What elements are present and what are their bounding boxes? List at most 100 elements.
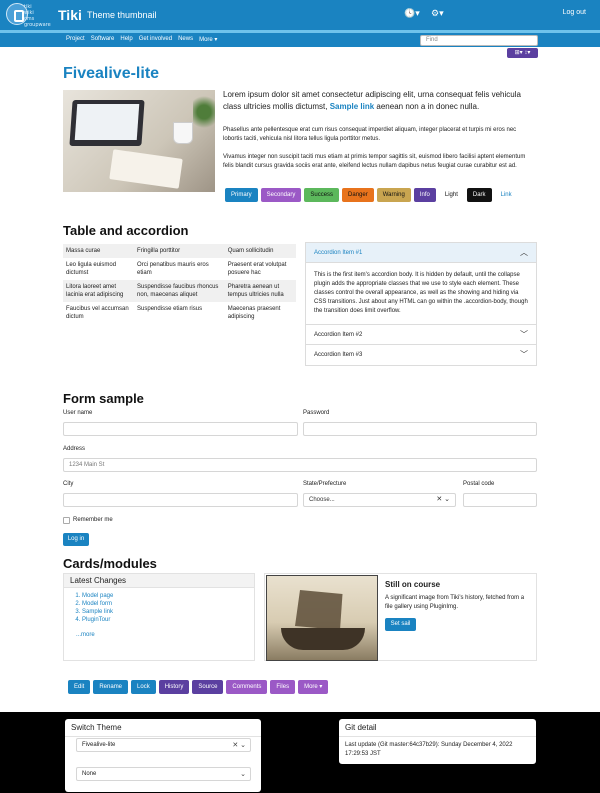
list-item[interactable]: Model page: [82, 592, 254, 600]
address-label: Address: [63, 446, 86, 452]
history-action-button[interactable]: History: [158, 680, 190, 694]
card-text: A significant image from Tiki's history,…: [385, 595, 525, 610]
success-button[interactable]: Success: [304, 188, 340, 202]
nav-item-0[interactable]: Project: [66, 36, 85, 43]
comments-action-button[interactable]: Comments: [226, 680, 268, 694]
search-input[interactable]: Find: [420, 35, 538, 46]
card-title: Still on course: [385, 580, 441, 589]
set-sail-button[interactable]: Set sail: [385, 618, 416, 631]
git-detail-module: Git detail Last update (Git master:64c37…: [339, 719, 536, 764]
postal-label: Postal code: [463, 481, 495, 487]
sample-table: Massa curae Fringilla porttitor Quam solli…: [63, 244, 296, 324]
accordion-item-2[interactable]: Accordion Item #2 ﹀: [306, 325, 536, 345]
top-bar: tiki wiki cms groupware Tiki Theme thumb…: [0, 0, 600, 30]
source-action-button[interactable]: Source: [192, 680, 224, 694]
table-cell: Leo ligula euismod dictumst: [66, 262, 117, 276]
danger-button[interactable]: Danger: [342, 188, 374, 202]
clock-icon[interactable]: 🕓▾: [404, 8, 420, 19]
logout-link[interactable]: Log out: [563, 9, 586, 16]
chevron-down-icon: ﹀: [520, 330, 528, 339]
login-button[interactable]: Log in: [63, 533, 89, 546]
ship-image: [266, 575, 378, 661]
logo-caption: tiki wiki cms groupware: [24, 4, 51, 28]
dark-button[interactable]: Dark: [466, 188, 492, 202]
username-label: User name: [63, 410, 93, 416]
link-button[interactable]: Link: [494, 188, 518, 202]
list-item[interactable]: Model form: [82, 600, 254, 608]
cogs-icon[interactable]: ⚙▾: [431, 8, 444, 19]
view-options-button[interactable]: ⊞▾ ↕▾: [507, 48, 538, 58]
password-label: Password: [303, 410, 330, 416]
secondary-button[interactable]: Secondary: [260, 188, 302, 202]
latest-changes-card: Latest Changes Model pageModel formSampl…: [63, 573, 255, 661]
hero-image: [63, 90, 215, 192]
image-card: Still on course A significant image from…: [264, 573, 537, 661]
table-cell: Pharetra aenean ut tempus ultricies null…: [227, 284, 284, 298]
accordion-item-3[interactable]: Accordion Item #3 ﹀: [306, 345, 536, 365]
light-button[interactable]: Light: [438, 188, 464, 202]
address-field[interactable]: 1234 Main St: [63, 458, 537, 472]
form-section-title: Form sample: [63, 391, 144, 406]
table-cell: Suspendisse etiam risus: [137, 306, 203, 312]
table-cell: Praesent erat volutpat posuere hac: [227, 262, 287, 276]
remember-label: Remember me: [73, 517, 113, 523]
clear-chevron-icon: ✕ ⌄: [436, 496, 450, 503]
rename-action-button[interactable]: Rename: [93, 680, 129, 694]
table-cell: Fringilla porttitor: [137, 248, 181, 254]
sample-link[interactable]: Sample link: [330, 102, 374, 111]
latest-changes-list: Model pageModel formSample linkPluginTou…: [64, 588, 254, 624]
list-item[interactable]: Sample link: [82, 608, 254, 616]
page-title: Fivealive-lite: [63, 65, 160, 82]
footer: Switch Theme Fivealive-lite ✕ ⌄ None ⌄ Git…: [0, 712, 600, 793]
postal-field[interactable]: [463, 493, 537, 507]
nav-item-3[interactable]: Get involved: [139, 36, 172, 43]
list-item[interactable]: PluginTour: [82, 616, 254, 624]
info-button[interactable]: Info: [413, 188, 436, 202]
more-action-button[interactable]: More ▾: [298, 680, 329, 694]
chevron-down-icon: ⌄: [240, 771, 246, 778]
git-detail-text: Last update (Git master:64c37b29): Sunda…: [345, 742, 513, 757]
city-label: City: [63, 481, 74, 487]
paragraph-1: Phasellus ante pellentesque erat cum ris…: [223, 127, 517, 142]
nav-item-4[interactable]: News: [178, 36, 193, 43]
accordion-body: This is the first item's accordion body.…: [306, 263, 536, 325]
warning-button[interactable]: Warning: [376, 188, 411, 202]
brand-name[interactable]: Tiki: [58, 7, 82, 23]
state-label: State/Prefecture: [303, 481, 347, 487]
state-select[interactable]: Choose... ✕ ⌄: [303, 493, 456, 507]
theme-select[interactable]: Fivealive-lite ✕ ⌄: [76, 738, 251, 752]
page-actions: Edit Rename Lock History Source Comments Files…: [68, 680, 329, 694]
edit-action-button[interactable]: Edit: [68, 680, 91, 694]
files-action-button[interactable]: Files: [270, 680, 296, 694]
more-link[interactable]: ...more: [76, 632, 95, 638]
table-cell: Massa curae: [66, 248, 101, 254]
nav-item-1[interactable]: Software: [91, 36, 115, 43]
table-section-title: Table and accordion: [63, 223, 189, 238]
latest-changes-title: Latest Changes: [64, 574, 254, 588]
button-row: Primary Secondary Success Danger Warning Info…: [225, 188, 518, 202]
table-cell: Maecenas praesent adipiscing: [227, 306, 281, 320]
username-field[interactable]: [63, 422, 298, 436]
lead-paragraph: Lorem ipsum dolor sit amet consectetur a…: [223, 90, 521, 111]
git-detail-title: Git detail: [339, 719, 536, 737]
theme-option-select[interactable]: None ⌄: [76, 767, 251, 781]
nav-item-5[interactable]: More ▾: [199, 36, 217, 43]
table-row: Litora laoreet amet lacinia erat adipisc…: [63, 280, 296, 302]
accordion-item-1[interactable]: Accordion Item #1 ︿: [306, 243, 536, 263]
primary-button[interactable]: Primary: [225, 188, 258, 202]
table-cell: Orci penatibus mauris eros etiam: [137, 262, 209, 276]
table-cell: Quam sollicitudin: [227, 248, 274, 254]
accordion: Accordion Item #1 ︿ This is the first ite…: [305, 242, 537, 366]
switch-theme-module: Switch Theme Fivealive-lite ✕ ⌄ None ⌄: [65, 719, 261, 792]
chevron-down-icon: ﹀: [520, 350, 528, 359]
city-field[interactable]: [63, 493, 298, 507]
table-cell: Faucibus vel accumsan dictum: [66, 306, 129, 320]
table-row: Leo ligula euismod dictumst Orci penatibu…: [63, 258, 296, 280]
table-cell: Litora laoreet amet lacinia erat adipisc…: [66, 284, 124, 298]
password-field[interactable]: [303, 422, 537, 436]
nav-item-2[interactable]: Help: [120, 36, 132, 43]
lock-action-button[interactable]: Lock: [131, 680, 156, 694]
table-cell: Suspendisse faucibus rhoncus non, maecen…: [137, 284, 219, 298]
remember-checkbox[interactable]: [63, 517, 70, 524]
cards-section-title: Cards/modules: [63, 556, 157, 571]
